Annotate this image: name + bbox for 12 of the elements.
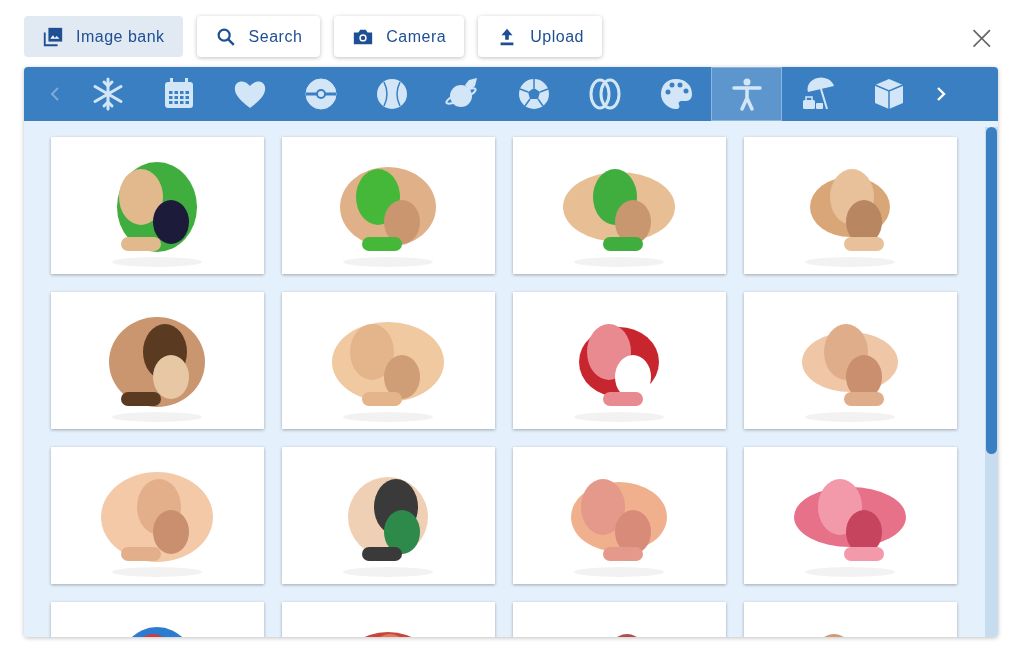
disc-icon <box>302 76 339 112</box>
scrollbar[interactable] <box>985 127 998 637</box>
source-tab[interactable]: Search <box>196 16 321 57</box>
source-tab[interactable]: Image bank <box>24 16 183 57</box>
category-tab[interactable] <box>711 67 782 121</box>
scrollbar-thumb[interactable] <box>986 127 997 454</box>
images-icon <box>42 25 64 48</box>
close-button[interactable]: × <box>965 21 998 52</box>
source-tab[interactable]: Upload <box>478 16 602 57</box>
chevron-left-icon <box>50 86 60 102</box>
source-tab[interactable]: Camera <box>334 16 465 57</box>
chevron-right-icon <box>936 86 946 102</box>
